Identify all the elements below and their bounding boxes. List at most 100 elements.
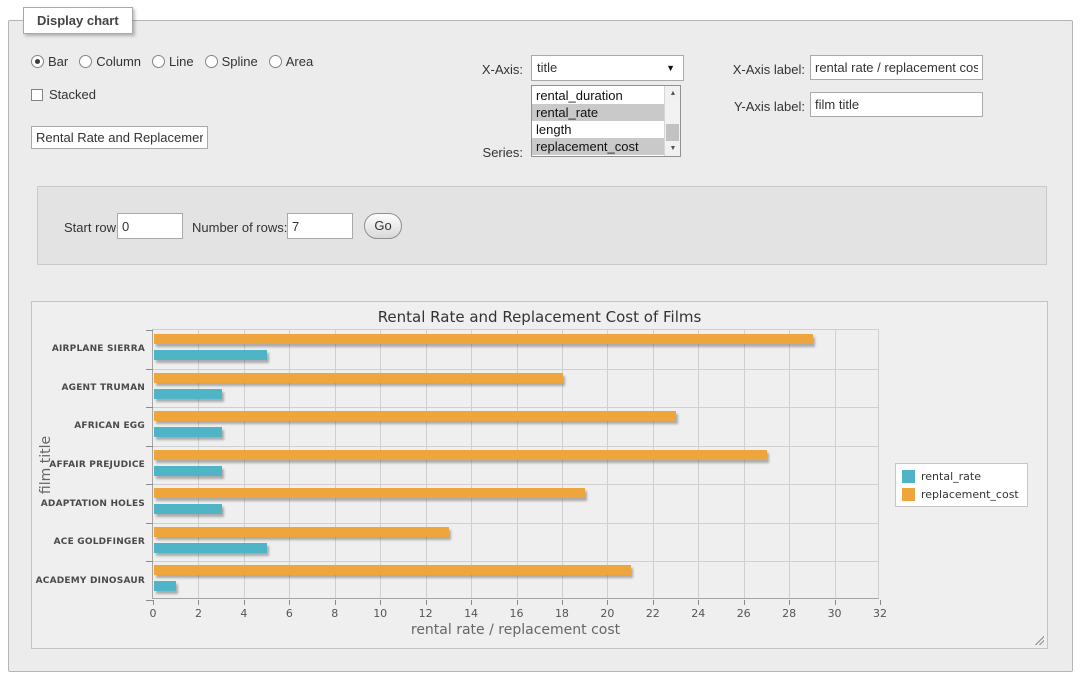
y-axis-label-input[interactable] bbox=[810, 92, 983, 117]
series-option-rental_rate[interactable]: rental_rate bbox=[532, 104, 664, 121]
start-row-label: Start row: bbox=[64, 220, 120, 235]
bar-replacement-cost bbox=[154, 334, 813, 344]
radio-bar[interactable]: Bar bbox=[31, 54, 68, 69]
chart-title-input[interactable] bbox=[31, 126, 208, 149]
category-label: ACE GOLDFINGER bbox=[33, 537, 145, 547]
series-options: rental_durationrental_ratelengthreplacem… bbox=[532, 87, 664, 155]
radio-label: Area bbox=[286, 54, 313, 69]
x-tick bbox=[335, 600, 336, 605]
bar-replacement-cost bbox=[154, 411, 676, 421]
radio-selected-icon[interactable] bbox=[31, 55, 44, 68]
x-tick bbox=[562, 600, 563, 605]
x-tick bbox=[426, 600, 427, 605]
radio-area[interactable]: Area bbox=[269, 54, 313, 69]
gridline bbox=[153, 561, 878, 562]
x-tick-label: 24 bbox=[683, 607, 713, 620]
category-label: ADAPTATION HOLES bbox=[33, 499, 145, 509]
x-tick-label: 4 bbox=[229, 607, 259, 620]
x-tick bbox=[880, 600, 881, 605]
x-tick bbox=[744, 600, 745, 605]
x-tick bbox=[153, 600, 154, 605]
x-tick-label: 30 bbox=[820, 607, 850, 620]
chart-container: Rental Rate and Replacement Cost of Film… bbox=[31, 301, 1048, 649]
y-tick bbox=[146, 330, 153, 331]
chart-title: Rental Rate and Replacement Cost of Film… bbox=[32, 308, 1047, 326]
legend-entry-rental_rate: rental_rate bbox=[902, 470, 1019, 483]
series-multiselect[interactable]: rental_durationrental_ratelengthreplacem… bbox=[531, 85, 681, 157]
series-scrollbar[interactable]: ▲ ▼ bbox=[664, 86, 680, 156]
chart-x-axis-title: rental rate / replacement cost bbox=[152, 622, 879, 638]
y-tick bbox=[146, 600, 153, 601]
gridline bbox=[153, 446, 878, 447]
category-label: AGENT TRUMAN bbox=[33, 383, 145, 393]
gridline bbox=[335, 330, 336, 598]
x-tick-label: 12 bbox=[411, 607, 441, 620]
x-tick-label: 8 bbox=[320, 607, 350, 620]
chevron-down-icon: ▼ bbox=[666, 56, 675, 81]
series-option-rental_duration[interactable]: rental_duration bbox=[532, 87, 664, 104]
legend-label: replacement_cost bbox=[921, 488, 1019, 501]
go-button[interactable]: Go bbox=[364, 213, 402, 239]
radio-icon[interactable] bbox=[79, 55, 92, 68]
plot-area: 02468101214161820222426283032AIRPLANE SI… bbox=[152, 329, 879, 599]
x-tick-label: 22 bbox=[638, 607, 668, 620]
x-axis-label-input[interactable] bbox=[810, 55, 983, 80]
y-tick bbox=[146, 407, 153, 408]
resize-grip-icon[interactable] bbox=[1033, 634, 1044, 645]
bar-replacement-cost bbox=[154, 450, 767, 460]
gridline bbox=[744, 330, 745, 598]
bar-rental-rate bbox=[154, 389, 222, 399]
x-axis-selected-value: title bbox=[537, 60, 557, 75]
radio-icon[interactable] bbox=[269, 55, 282, 68]
series-list-label: Series: bbox=[461, 145, 523, 160]
gridline bbox=[380, 330, 381, 598]
bar-rental-rate bbox=[154, 466, 222, 476]
x-tick bbox=[653, 600, 654, 605]
gridline bbox=[835, 330, 836, 598]
bar-rental-rate bbox=[154, 427, 222, 437]
radio-column[interactable]: Column bbox=[79, 54, 141, 69]
x-tick-label: 18 bbox=[547, 607, 577, 620]
series-option-length[interactable]: length bbox=[532, 121, 664, 138]
gridline bbox=[244, 330, 245, 598]
gridline bbox=[198, 330, 199, 598]
panel-title: Display chart bbox=[23, 7, 133, 34]
x-tick-label: 14 bbox=[456, 607, 486, 620]
scroll-up-icon[interactable]: ▲ bbox=[665, 86, 681, 101]
number-of-rows-input[interactable] bbox=[287, 213, 353, 239]
gridline bbox=[289, 330, 290, 598]
legend-label: rental_rate bbox=[921, 470, 981, 483]
radio-line[interactable]: Line bbox=[152, 54, 194, 69]
bar-rental-rate bbox=[154, 581, 176, 591]
number-of-rows-label: Number of rows: bbox=[192, 220, 287, 235]
x-tick bbox=[835, 600, 836, 605]
x-tick-label: 0 bbox=[138, 607, 168, 620]
bar-replacement-cost bbox=[154, 488, 585, 498]
y-axis-label-field-label: Y-Axis label: bbox=[719, 99, 805, 114]
radio-label: Line bbox=[169, 54, 194, 69]
x-tick-label: 10 bbox=[365, 607, 395, 620]
start-row-input[interactable] bbox=[117, 213, 183, 239]
radio-spline[interactable]: Spline bbox=[205, 54, 258, 69]
gridline bbox=[471, 330, 472, 598]
stacked-label: Stacked bbox=[49, 87, 96, 102]
legend-swatch-icon bbox=[902, 488, 915, 501]
bar-replacement-cost bbox=[154, 565, 631, 575]
gridline bbox=[153, 484, 878, 485]
series-option-replacement_cost[interactable]: replacement_cost bbox=[532, 138, 664, 155]
gridline bbox=[426, 330, 427, 598]
legend-swatch-icon bbox=[902, 470, 915, 483]
x-tick-label: 20 bbox=[592, 607, 622, 620]
x-tick-label: 28 bbox=[774, 607, 804, 620]
radio-label: Column bbox=[96, 54, 141, 69]
display-chart-panel: Display chart BarColumnLineSplineArea St… bbox=[8, 20, 1073, 672]
stacked-checkbox[interactable] bbox=[31, 89, 43, 101]
y-tick bbox=[146, 446, 153, 447]
y-tick bbox=[146, 561, 153, 562]
scroll-down-icon[interactable]: ▼ bbox=[665, 141, 681, 156]
radio-icon[interactable] bbox=[205, 55, 218, 68]
x-tick bbox=[607, 600, 608, 605]
radio-icon[interactable] bbox=[152, 55, 165, 68]
radio-label: Spline bbox=[222, 54, 258, 69]
x-axis-select[interactable]: title ▼ bbox=[531, 55, 684, 81]
